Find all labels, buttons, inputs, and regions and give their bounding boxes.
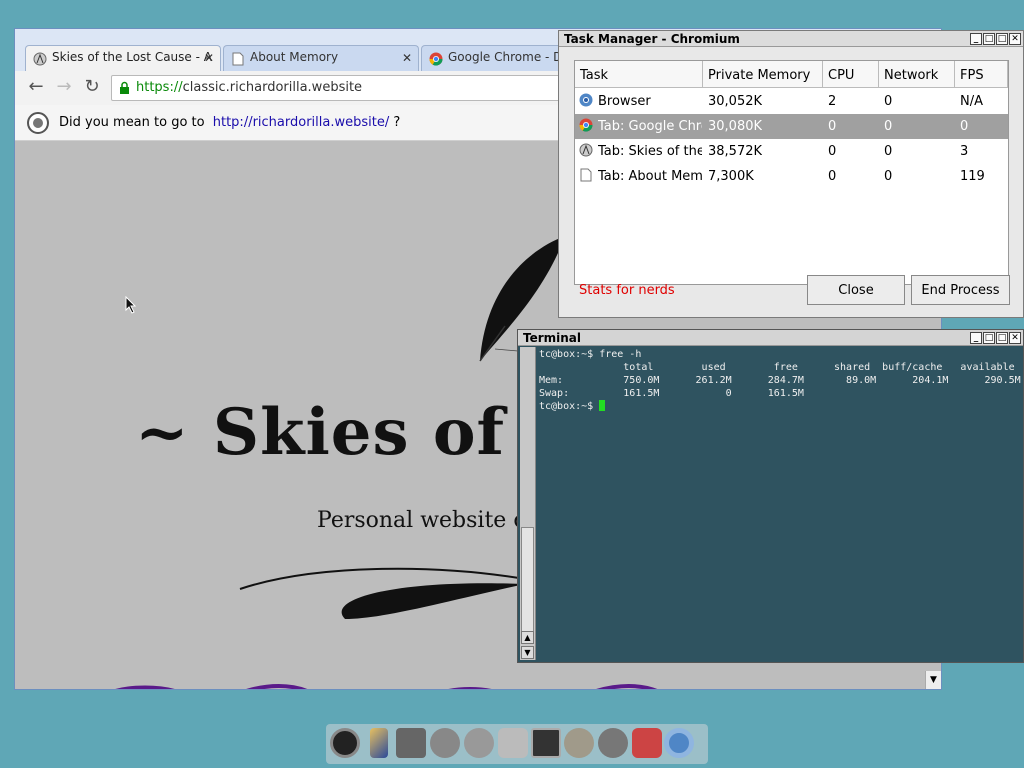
flourish-ornament [239,567,526,619]
task-manager-window: Task Manager - Chromium _ □ □ ✕ Task Privat… [558,30,1024,318]
control-panel-icon[interactable] [396,728,426,758]
infobar-suffix: ? [393,115,401,130]
restore-icon[interactable]: □ [983,332,995,344]
chrome-icon [579,118,593,132]
terminal-prompt: tc@box:~$ [539,401,600,412]
task-manager-titlebar[interactable]: Task Manager - Chromium _ □ □ ✕ [559,31,1023,47]
dock [326,724,708,764]
terminal-icon[interactable] [531,728,561,758]
reload-icon[interactable]: ↻ [81,77,103,99]
apps-install-icon[interactable] [430,728,460,758]
fps: 3 [960,144,969,159]
back-icon[interactable]: ← [25,77,47,99]
maximize-icon[interactable]: □ [996,332,1008,344]
minimize-icon[interactable]: _ [970,332,982,344]
fps: 0 [960,119,969,134]
globe-icon [27,112,49,134]
table-header: Task Private Memory CPU Network FPS [575,61,1008,88]
private-memory: 30,052K [708,94,763,109]
close-tab-icon[interactable]: ✕ [402,51,412,65]
task-name: Tab: Google Chro [598,119,702,134]
cpu: 0 [828,144,837,159]
close-icon[interactable]: ✕ [1009,33,1021,45]
close-icon[interactable]: ✕ [1009,332,1021,344]
forward-icon[interactable]: → [53,77,75,99]
wifi-icon[interactable] [632,728,662,758]
terminal-prompt-line: tc@box:~$ [539,400,1021,413]
site-logo-icon [33,52,47,66]
column-fps[interactable]: FPS [955,61,1008,88]
window-title: Terminal [523,331,582,345]
cpu: 2 [828,94,837,109]
private-memory: 30,080K [708,119,763,134]
run-icon[interactable] [464,728,494,758]
tab-title: About Memory [250,50,339,64]
column-network[interactable]: Network [879,61,955,88]
maximize-icon[interactable]: □ [996,33,1008,45]
tab-skies[interactable]: Skies of the Lost Cause - A ✕ [25,45,221,71]
terminal-output[interactable]: tc@box:~$ free -h total used free shared… [539,348,1021,413]
url-host: classic.richardorilla.website [182,80,363,95]
infobar-link[interactable]: http://richardorilla.website/ [213,115,389,130]
infobar-text: Did you mean to go to [59,115,205,130]
terminal-window: Terminal _ □ □ ✕ ▲ ▼ tc@box:~$ free -h tota… [517,329,1024,663]
task-name: Tab: Skies of the [598,144,702,159]
network: 0 [884,119,893,134]
terminal-scrollbar[interactable]: ▲ ▼ [520,347,536,660]
url-scheme: https:// [136,80,183,95]
fps: N/A [960,94,983,109]
task-table: Task Private Memory CPU Network FPS Brow… [574,60,1009,285]
network: 0 [884,144,893,159]
column-task[interactable]: Task [575,61,703,88]
scroll-down-arrow[interactable]: ▼ [925,671,941,689]
scroll-up-arrow[interactable]: ▲ [521,631,534,644]
minimize-icon[interactable]: _ [970,33,982,45]
terminal-line: total used free shared buff/cache availa… [539,362,1015,373]
private-memory: 7,300K [708,169,754,184]
text-cursor [599,400,606,411]
scroll-down-arrow[interactable]: ▼ [521,646,534,659]
mount-tool-icon[interactable] [498,728,528,758]
column-private-memory[interactable]: Private Memory [703,61,823,88]
column-cpu[interactable]: CPU [823,61,879,88]
terminal-line: Swap: 161.5M 0 161.5M [539,388,804,399]
editor-icon[interactable] [598,728,628,758]
fps: 119 [960,169,985,184]
end-process-button[interactable]: End Process [911,275,1010,305]
table-row[interactable]: Browser 30,052K 2 0 N/A [575,89,1008,114]
table-row[interactable]: Tab: Google Chro 30,080K 0 0 0 [575,114,1008,139]
paint-brush-icon[interactable] [370,728,388,758]
cpu: 0 [828,169,837,184]
mouse-pointer-icon [125,296,137,314]
tab-about-memory[interactable]: About Memory ✕ [223,45,419,71]
site-logo-icon [579,143,593,157]
terminal-line: tc@box:~$ free -h [539,349,642,360]
stats-for-nerds-link[interactable]: Stats for nerds [579,283,675,298]
table-row[interactable]: Tab: Skies of the 38,572K 0 0 3 [575,139,1008,164]
close-tab-icon[interactable]: ✕ [204,51,214,65]
close-button[interactable]: Close [807,275,905,305]
chrome-icon [429,52,443,66]
cpu: 0 [828,119,837,134]
purple-decoration [115,684,658,689]
page-icon [580,168,592,182]
private-memory: 38,572K [708,144,763,159]
terminal-titlebar[interactable]: Terminal _ □ □ ✕ [518,330,1023,346]
network: 0 [884,169,893,184]
chromium-icon [579,93,593,107]
network: 0 [884,94,893,109]
restore-icon[interactable]: □ [983,33,995,45]
chromium-icon[interactable] [664,728,694,758]
page-icon [232,52,244,66]
power-icon[interactable] [330,728,360,758]
table-row[interactable]: Tab: About Memo 7,300K 0 0 119 [575,164,1008,189]
scrollbar-thumb[interactable] [521,527,534,637]
window-title: Task Manager - Chromium [564,32,740,46]
lock-icon [120,81,129,94]
ezremaster-icon[interactable] [564,728,594,758]
tab-title: Skies of the Lost Cause - A [52,50,212,64]
task-name: Tab: About Memo [598,169,702,184]
task-name: Browser [598,94,651,109]
terminal-line: Mem: 750.0M 261.2M 284.7M 89.0M 204.1M 2… [539,375,1021,386]
